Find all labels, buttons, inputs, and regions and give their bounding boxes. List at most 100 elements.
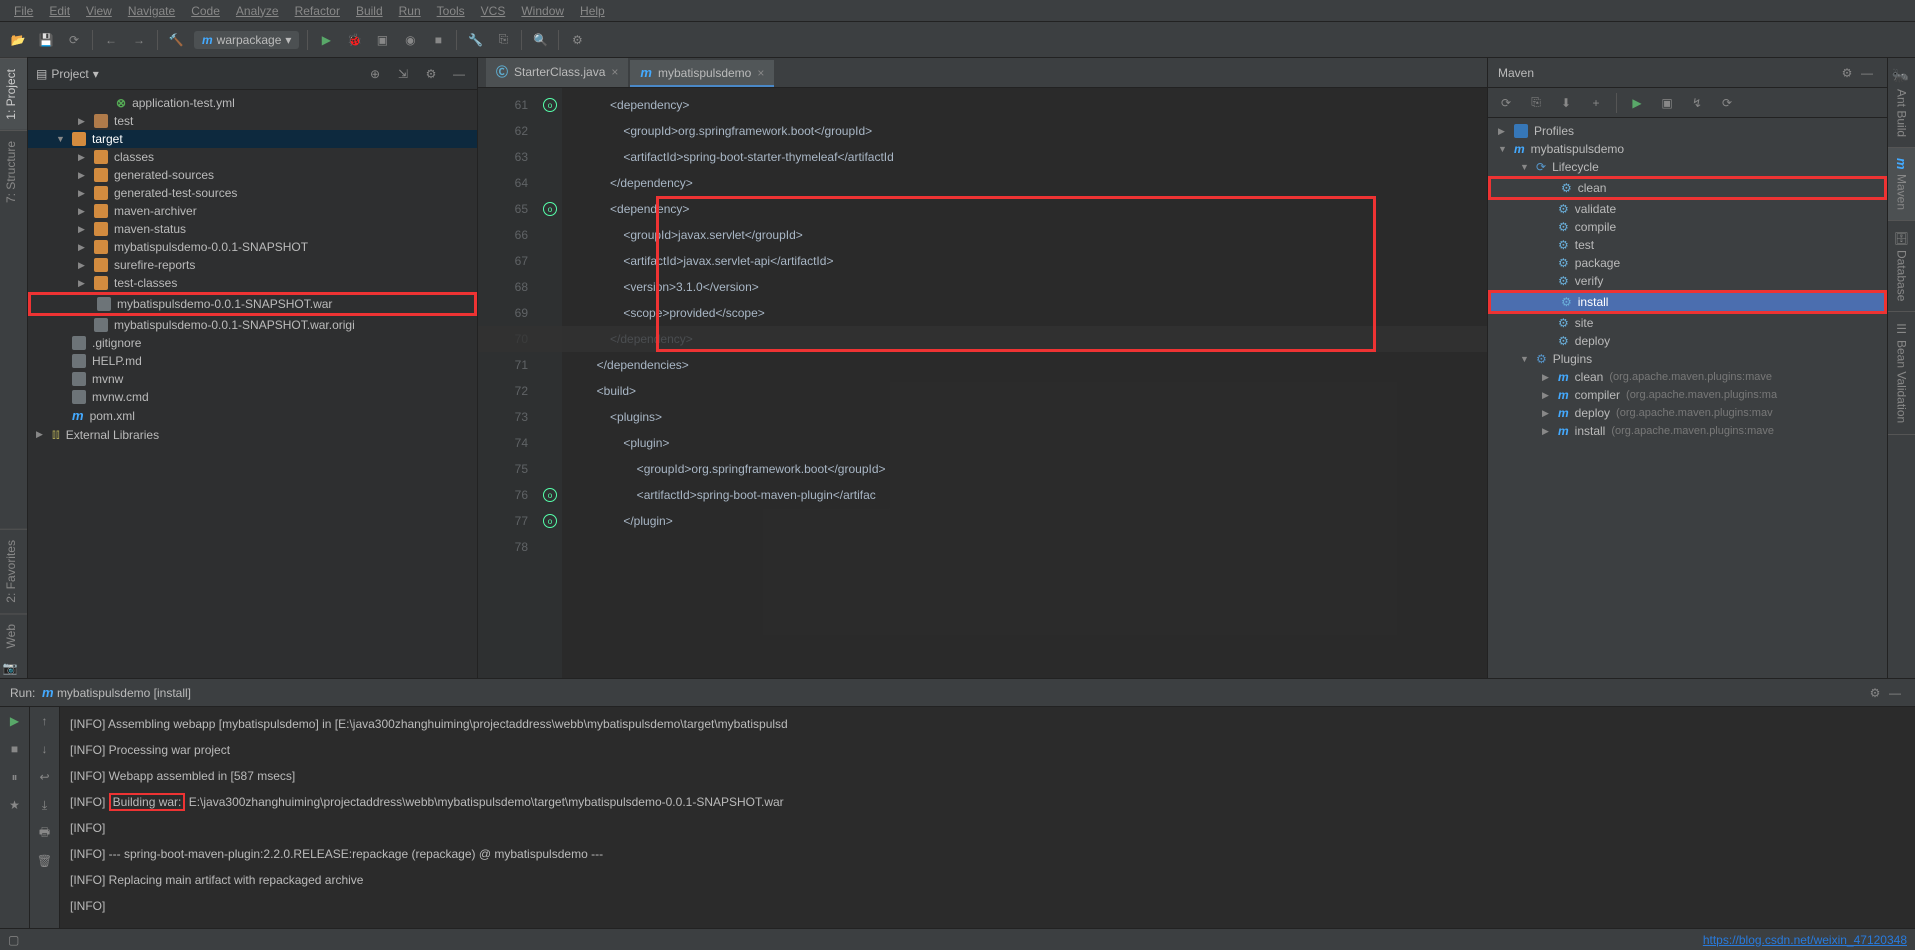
forward-icon[interactable]: → xyxy=(129,30,149,50)
tree-item[interactable]: HELP.md xyxy=(28,352,477,370)
tab-structure[interactable]: 7: Structure xyxy=(0,130,27,213)
tab-project[interactable]: 1: Project xyxy=(0,58,27,130)
maven-item-clean[interactable]: ▶mclean (org.apache.maven.plugins:mave xyxy=(1488,368,1887,386)
menu-edit[interactable]: Edit xyxy=(43,2,76,20)
save-icon[interactable]: 💾 xyxy=(36,30,56,50)
down-icon[interactable]: ↓ xyxy=(35,739,55,759)
status-url[interactable]: https://blog.csdn.net/weixin_47120348 xyxy=(1703,933,1907,947)
tree-item[interactable]: .gitignore xyxy=(28,334,477,352)
menu-code[interactable]: Code xyxy=(185,2,226,20)
tab-favorites[interactable]: 2: Favorites xyxy=(0,529,27,613)
profile-icon[interactable]: ◉ xyxy=(400,30,420,50)
maven-item-site[interactable]: ⚙site xyxy=(1488,314,1887,332)
toggle-icon[interactable]: ↯ xyxy=(1687,93,1707,113)
hide-icon[interactable]: — xyxy=(1885,683,1905,703)
menu-refactor[interactable]: Refactor xyxy=(289,2,346,20)
hide-icon[interactable]: — xyxy=(1857,63,1877,83)
maven-item-package[interactable]: ⚙package xyxy=(1488,254,1887,272)
maven-item-install[interactable]: ⚙install xyxy=(1488,290,1887,314)
tree-item[interactable]: ▶test-classes xyxy=(28,274,477,292)
hide-icon[interactable]: — xyxy=(449,64,469,84)
maven-tree[interactable]: ▶Profiles▼mmybatispulsdemo▼⟳Lifecycle⚙cl… xyxy=(1488,118,1887,678)
maven-item-Profiles[interactable]: ▶Profiles xyxy=(1488,122,1887,140)
generate-icon[interactable]: ⎘ xyxy=(1526,93,1546,113)
back-icon[interactable]: ← xyxy=(101,30,121,50)
maven-item-compiler[interactable]: ▶mcompiler (org.apache.maven.plugins:ma xyxy=(1488,386,1887,404)
scroll-icon[interactable]: ⤓ xyxy=(35,795,55,815)
menu-window[interactable]: Window xyxy=(515,2,570,20)
tab-database[interactable]: 🗄Database xyxy=(1888,221,1915,313)
build-icon[interactable]: 🔨 xyxy=(166,30,186,50)
run-config-dropdown[interactable]: m warpackage ▾ xyxy=(194,31,299,49)
tree-item[interactable]: ▶test xyxy=(28,112,477,130)
menu-help[interactable]: Help xyxy=(574,2,611,20)
up-icon[interactable]: ↑ xyxy=(35,711,55,731)
maven-item-validate[interactable]: ⚙validate xyxy=(1488,200,1887,218)
trash-icon[interactable]: 🗑 xyxy=(35,851,55,871)
tree-item[interactable]: ▶classes xyxy=(28,148,477,166)
pause-icon[interactable]: ⏸ xyxy=(5,767,25,787)
run-icon[interactable]: ▶ xyxy=(316,30,336,50)
camera-icon[interactable]: 📷 xyxy=(0,658,20,678)
menu-vcs[interactable]: VCS xyxy=(475,2,512,20)
status-icon[interactable]: ▢ xyxy=(8,933,19,947)
tree-item[interactable]: ⊗application-test.yml xyxy=(28,94,477,112)
maven-item-install[interactable]: ▶minstall (org.apache.maven.plugins:mave xyxy=(1488,422,1887,440)
settings-icon[interactable]: ⚙ xyxy=(567,30,587,50)
tree-item[interactable]: mybatispulsdemo-0.0.1-SNAPSHOT.war.origi xyxy=(28,316,477,334)
tree-item[interactable]: ▼target xyxy=(28,130,477,148)
tab-web[interactable]: Web xyxy=(0,613,27,658)
close-icon[interactable]: × xyxy=(611,65,618,79)
menu-view[interactable]: View xyxy=(80,2,118,20)
maven-item-Lifecycle[interactable]: ▼⟳Lifecycle xyxy=(1488,158,1887,176)
stop-icon[interactable]: ■ xyxy=(428,30,448,50)
wrap-icon[interactable]: ↩ xyxy=(35,767,55,787)
menu-tools[interactable]: Tools xyxy=(431,2,471,20)
tab-bean[interactable]: ☰Bean Validation xyxy=(1888,312,1915,434)
gear-icon[interactable]: ⚙ xyxy=(1865,683,1885,703)
menu-file[interactable]: File xyxy=(8,2,39,20)
tree-item[interactable]: ▶mybatispulsdemo-0.0.1-SNAPSHOT xyxy=(28,238,477,256)
menu-analyze[interactable]: Analyze xyxy=(230,2,285,20)
gear-icon[interactable]: ⚙ xyxy=(421,64,441,84)
open-icon[interactable]: 📂 xyxy=(8,30,28,50)
tree-item[interactable]: mvnw xyxy=(28,370,477,388)
reimport-icon[interactable]: ⟳ xyxy=(1496,93,1516,113)
close-icon[interactable]: × xyxy=(757,66,764,80)
tab-maven[interactable]: mMaven xyxy=(1888,148,1915,221)
maven-item-mybatispulsdemo[interactable]: ▼mmybatispulsdemo xyxy=(1488,140,1887,158)
execute-icon[interactable]: ▣ xyxy=(1657,93,1677,113)
tree-item[interactable]: mvnw.cmd xyxy=(28,388,477,406)
tree-item[interactable]: ▶surefire-reports xyxy=(28,256,477,274)
maven-item-verify[interactable]: ⚙verify xyxy=(1488,272,1887,290)
run-maven-icon[interactable]: ▶ xyxy=(1627,93,1647,113)
select-opened-icon[interactable]: ⊕ xyxy=(365,64,385,84)
debug-icon[interactable]: 🐞 xyxy=(344,30,364,50)
gear-icon[interactable]: ⚙ xyxy=(1837,63,1857,83)
menu-build[interactable]: Build xyxy=(350,2,389,20)
maven-item-test[interactable]: ⚙test xyxy=(1488,236,1887,254)
console-output[interactable]: [INFO] Assembling webapp [mybatispulsdem… xyxy=(60,679,1915,928)
coverage-icon[interactable]: ▣ xyxy=(372,30,392,50)
add-icon[interactable]: + xyxy=(1586,93,1606,113)
stop-icon[interactable]: ■ xyxy=(5,739,25,759)
rerun-icon[interactable]: ▶ xyxy=(5,711,25,731)
print-icon[interactable]: 🖶 xyxy=(35,823,55,843)
vcs-update-icon[interactable]: 🔧 xyxy=(465,30,485,50)
maven-item-clean[interactable]: ⚙clean xyxy=(1488,176,1887,200)
code-content[interactable]: <dependency> <groupId>org.springframewor… xyxy=(562,88,1487,678)
search-icon[interactable]: 🔍 xyxy=(530,30,550,50)
menu-run[interactable]: Run xyxy=(393,2,427,20)
tree-item[interactable]: ▶maven-status xyxy=(28,220,477,238)
tree-item[interactable]: mybatispulsdemo-0.0.1-SNAPSHOT.war xyxy=(28,292,477,316)
vcs-commit-icon[interactable]: ⎘ xyxy=(493,30,513,50)
maven-item-deploy[interactable]: ▶mdeploy (org.apache.maven.plugins:mav xyxy=(1488,404,1887,422)
offline-icon[interactable]: ⟳ xyxy=(1717,93,1737,113)
tree-item[interactable]: ▶⫾⫾External Libraries xyxy=(28,425,477,444)
tree-item[interactable]: ▶maven-archiver xyxy=(28,202,477,220)
tab-mybatispulsdemo[interactable]: m mybatispulsdemo × xyxy=(630,60,774,87)
download-icon[interactable]: ⬇ xyxy=(1556,93,1576,113)
project-tree[interactable]: ⊗application-test.yml▶test▼target▶classe… xyxy=(28,90,477,678)
maven-item-Plugins[interactable]: ▼⚙Plugins xyxy=(1488,350,1887,368)
tree-item[interactable]: mpom.xml xyxy=(28,406,477,425)
